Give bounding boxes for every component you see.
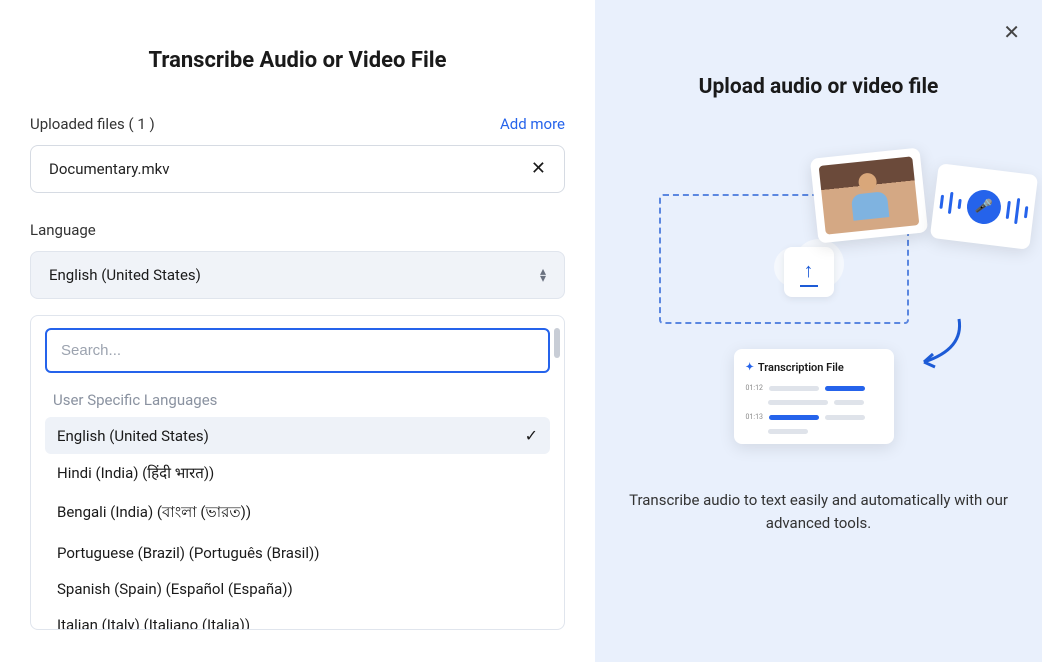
arrow-icon <box>909 314 969 374</box>
sparkle-icon: ✦ <box>746 362 754 373</box>
mic-preview: 🎤 <box>929 163 1037 250</box>
upload-title: Upload audio or video file <box>699 75 939 99</box>
chevron-sort-icon: ▴▾ <box>540 268 546 282</box>
language-option[interactable]: Bengali (India) (বাংলা (ভারত)) <box>45 492 550 535</box>
video-preview <box>809 147 927 243</box>
upload-illustration: ↑ 🎤 ✦Transcription File 01:12 01:13 <box>629 149 1009 449</box>
uploaded-files-label: Uploaded files ( 1 ) <box>30 115 155 133</box>
selected-language: English (United States) <box>49 266 201 284</box>
mic-icon: 🎤 <box>965 188 1003 226</box>
left-panel: Transcribe Audio or Video File Uploaded … <box>0 0 595 662</box>
language-option-label: Portuguese (Brazil) (Português (Brasil)) <box>57 544 319 562</box>
file-name: Documentary.mkv <box>49 160 169 178</box>
check-icon: ✓ <box>525 426 538 445</box>
language-search-input[interactable] <box>45 328 550 373</box>
language-group-label: User Specific Languages <box>53 391 550 409</box>
uploaded-row: Uploaded files ( 1 ) Add more <box>30 115 565 133</box>
language-option-label: Italian (Italy) (Italiano (Italia)) <box>57 616 250 630</box>
language-option-label: English (United States) <box>57 427 209 445</box>
dialog-title: Transcribe Audio or Video File <box>30 48 565 73</box>
language-label: Language <box>30 221 565 239</box>
transcription-card-title: Transcription File <box>758 361 844 374</box>
language-option-label: Spanish (Spain) (Español (España)) <box>57 580 293 598</box>
remove-file-icon[interactable]: ✕ <box>531 160 546 178</box>
language-option-label: Bengali (India) (বাংলা (ভারত)) <box>57 501 251 526</box>
transcription-preview: ✦Transcription File 01:12 01:13 <box>734 349 894 444</box>
language-select[interactable]: English (United States) ▴▾ <box>30 251 565 299</box>
uploaded-file: Documentary.mkv ✕ <box>30 145 565 193</box>
language-option[interactable]: Portuguese (Brazil) (Português (Brasil)) <box>45 535 550 571</box>
language-option[interactable]: Spanish (Spain) (Español (España)) <box>45 571 550 607</box>
language-option-label: Hindi (India) (हिंदी भारत)) <box>57 463 214 483</box>
language-option[interactable]: English (United States) ✓ <box>45 417 550 454</box>
upload-description: Transcribe audio to text easily and auto… <box>629 489 1009 534</box>
upload-icon: ↑ <box>784 247 834 297</box>
add-more-link[interactable]: Add more <box>500 115 565 133</box>
scrollbar[interactable] <box>554 328 560 358</box>
language-option[interactable]: Hindi (India) (हिंदी भारत)) <box>45 454 550 492</box>
close-icon[interactable]: ✕ <box>1003 20 1020 44</box>
language-option[interactable]: Italian (Italy) (Italiano (Italia)) <box>45 607 550 630</box>
language-dropdown: User Specific Languages English (United … <box>30 315 565 630</box>
right-panel: ✕ Upload audio or video file ↑ 🎤 ✦ Transc… <box>595 0 1042 662</box>
